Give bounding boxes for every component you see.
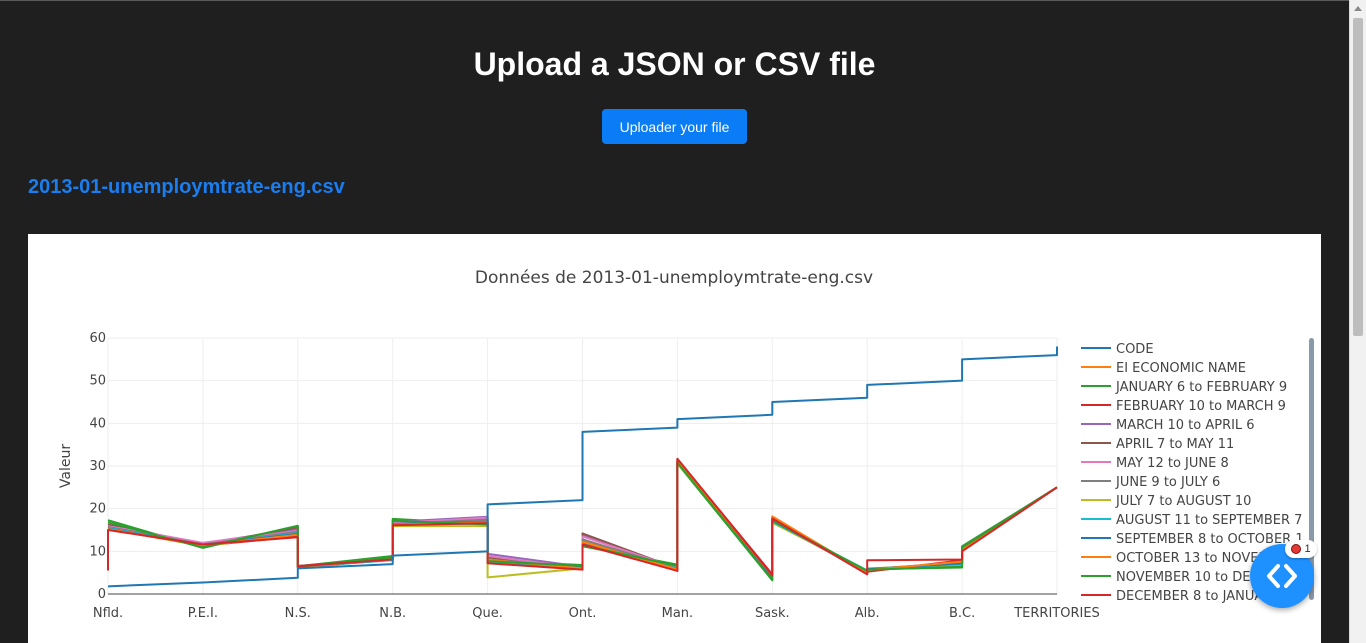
x-tick-label: Ont. [569,606,597,621]
x-tick-label: Nfld. [93,606,123,621]
y-tick-label: 0 [98,587,106,602]
record-dot-icon [1291,544,1302,554]
y-tick-label: 40 [89,416,106,431]
legend-item[interactable]: EI ECONOMIC NAME [1116,361,1246,376]
legend-item[interactable]: APRIL 7 to MAY 11 [1116,437,1234,452]
legend-item[interactable]: AUGUST 11 to SEPTEMBER 7 [1116,513,1302,528]
code-brackets-icon [1267,564,1297,588]
badge-count: 1 [1304,543,1311,555]
file-name-link[interactable]: 2013-01-unemploymtrate-eng.csv [28,176,345,199]
legend-item[interactable]: JANUARY 6 to FEBRUARY 9 [1115,380,1287,395]
y-tick-label: 30 [89,459,106,474]
legend-item[interactable]: FEBRUARY 10 to MARCH 9 [1116,399,1286,414]
y-tick-label: 60 [89,331,106,346]
x-tick-label: P.E.I. [188,606,218,621]
page-title: Upload a JSON or CSV file [473,46,876,82]
legend-item[interactable]: CODE [1116,342,1154,357]
y-axis-label: Valeur [58,444,74,488]
y-tick-label: 10 [89,544,106,559]
page-scrollbar-thumb[interactable] [1353,18,1363,336]
x-tick-label: Sask. [755,606,790,621]
recording-badge[interactable]: 1 [1285,540,1317,558]
x-tick-label: TERRITORIES [1013,606,1100,621]
legend-item[interactable]: MAY 12 to JUNE 8 [1116,456,1229,471]
x-tick-label: Man. [662,606,694,621]
y-tick-label: 20 [89,502,106,517]
legend-item[interactable]: JUNE 9 to JULY 6 [1115,475,1220,490]
x-tick-label: B.C. [949,606,975,621]
legend-item[interactable]: MARCH 10 to APRIL 6 [1116,418,1255,433]
y-tick-label: 50 [89,374,106,389]
x-tick-label: Que. [472,606,503,621]
x-tick-label: N.B. [379,606,406,621]
x-tick-label: N.S. [285,606,311,621]
line-chart: Données de 2013-01-unemploymtrate-eng.cs… [58,268,1303,621]
upload-file-button[interactable]: Uploader your file [602,109,747,144]
chart-container: Données de 2013-01-unemploymtrate-eng.cs… [28,234,1321,643]
chart-title: Données de 2013-01-unemploymtrate-eng.cs… [475,268,873,288]
scroll-up-arrow-icon[interactable] [1354,6,1362,11]
legend-item[interactable]: JULY 7 to AUGUST 10 [1115,494,1251,509]
page-scrollbar[interactable] [1349,0,1366,643]
x-tick-label: Alb. [855,606,880,621]
